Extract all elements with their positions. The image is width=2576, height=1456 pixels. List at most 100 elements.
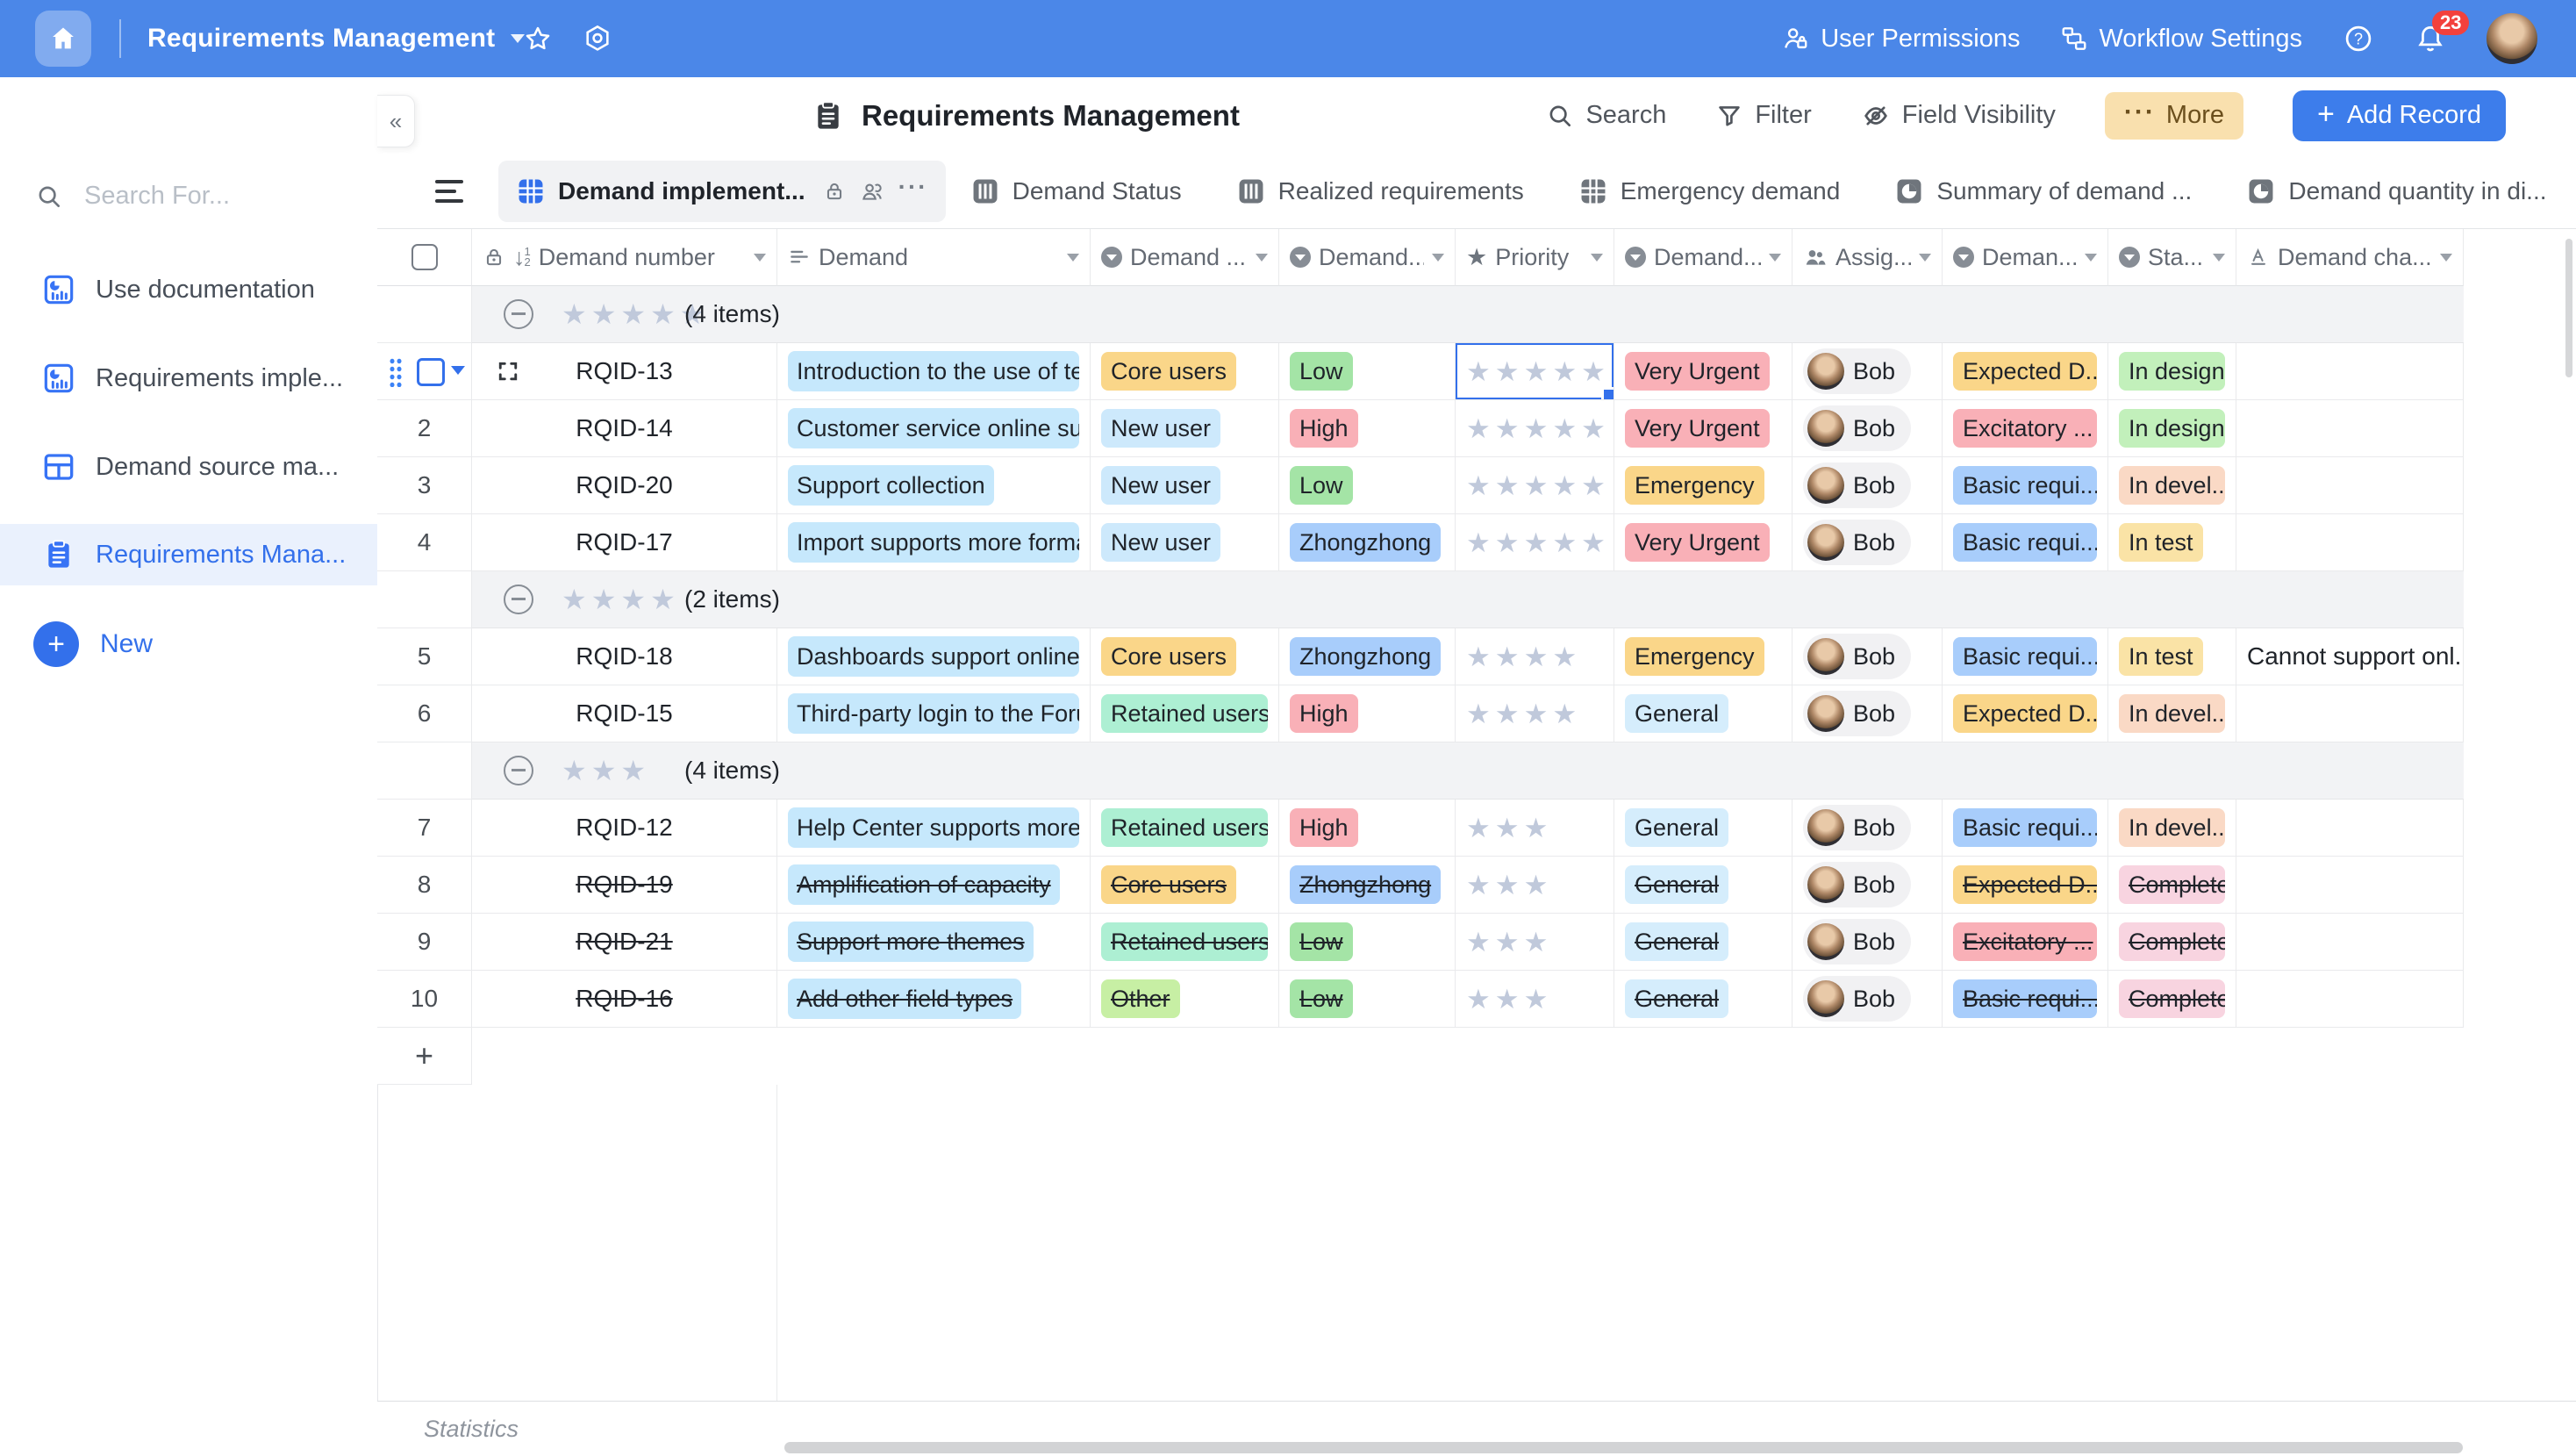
tab-2[interactable]: Emergency demand bbox=[1578, 176, 1841, 206]
column-menu-icon[interactable] bbox=[1256, 254, 1268, 262]
select-tag[interactable]: In design bbox=[2119, 352, 2225, 391]
priority-stars[interactable]: ★★★ bbox=[1466, 986, 1552, 1013]
select-tag[interactable]: General bbox=[1625, 694, 1728, 733]
group-header[interactable]: ★★★★ (2 items) bbox=[472, 571, 2464, 628]
assignee-pill[interactable]: Bob bbox=[1803, 520, 1911, 565]
assignee-pill[interactable]: Bob bbox=[1803, 463, 1911, 508]
status-cell[interactable]: In design bbox=[2108, 400, 2236, 457]
demand-level-cell[interactable]: Zhongzhong bbox=[1279, 628, 1456, 685]
assignee-pill[interactable]: Bob bbox=[1803, 976, 1911, 1022]
user-avatar[interactable] bbox=[2487, 13, 2537, 64]
row-number-cell[interactable]: 7 bbox=[377, 800, 472, 857]
column-menu-icon[interactable] bbox=[2213, 254, 2225, 262]
demand-cell[interactable]: Help Center supports more ar bbox=[777, 800, 1091, 857]
assignee-pill[interactable]: Bob bbox=[1803, 919, 1911, 965]
demand-number-cell[interactable]: RQID-18 bbox=[472, 628, 777, 685]
select-tag[interactable]: Basic requi... bbox=[1953, 808, 2097, 847]
row-number-cell[interactable]: 9 bbox=[377, 914, 472, 971]
select-tag[interactable]: Core users bbox=[1101, 637, 1236, 676]
select-tag[interactable]: Core users bbox=[1101, 865, 1236, 904]
select-tag[interactable]: High bbox=[1290, 694, 1358, 733]
demand-cell[interactable]: Support collection bbox=[777, 457, 1091, 514]
demand-number-cell[interactable]: RQID-14 bbox=[472, 400, 777, 457]
demand-urgency-cell[interactable]: Very Urgent bbox=[1614, 514, 1792, 571]
demand-type-cell[interactable]: Expected D... bbox=[1943, 685, 2108, 742]
demand-urgency-cell[interactable]: Emergency bbox=[1614, 457, 1792, 514]
status-cell[interactable]: Complete bbox=[2108, 914, 2236, 971]
priority-stars[interactable]: ★★★ bbox=[1466, 929, 1552, 956]
demand-type-cell[interactable]: Basic requi... bbox=[1943, 628, 2108, 685]
collapse-group-icon[interactable] bbox=[504, 299, 533, 329]
demand-level-cell[interactable]: Low bbox=[1279, 343, 1456, 400]
priority-stars[interactable]: ★★★★★ bbox=[1466, 472, 1610, 499]
demand-channel-cell[interactable]: Cannot support onl... bbox=[2236, 628, 2464, 685]
column-header-select[interactable] bbox=[377, 229, 472, 286]
priority-cell[interactable]: ★★★ bbox=[1456, 800, 1614, 857]
collapse-group-icon[interactable] bbox=[504, 585, 533, 614]
demand-number-cell[interactable]: RQID-12 bbox=[472, 800, 777, 857]
demand-type-cell[interactable]: Excitatory ... bbox=[1943, 914, 2108, 971]
demand-level-cell[interactable]: Low bbox=[1279, 457, 1456, 514]
status-cell[interactable]: In devel... bbox=[2108, 685, 2236, 742]
status-cell[interactable]: In test bbox=[2108, 514, 2236, 571]
demand-type-cell[interactable]: Excitatory ... bbox=[1943, 400, 2108, 457]
assignee-cell[interactable]: Bob bbox=[1792, 800, 1943, 857]
column-header-5[interactable]: Demand... bbox=[1614, 229, 1792, 286]
column-header-9[interactable]: Demand cha... bbox=[2236, 229, 2464, 286]
row-number-cell[interactable] bbox=[377, 343, 472, 400]
notifications-button[interactable]: 23 bbox=[2415, 23, 2446, 54]
user-permissions-button[interactable]: User Permissions bbox=[1782, 25, 2020, 54]
tab-3[interactable]: Summary of demand ... bbox=[1894, 176, 2192, 206]
demand-user-cell[interactable]: Retained users bbox=[1091, 914, 1279, 971]
sidebar-search-input[interactable] bbox=[82, 181, 323, 212]
select-tag[interactable]: Retained users bbox=[1101, 922, 1268, 961]
demand-urgency-cell[interactable]: General bbox=[1614, 857, 1792, 914]
demand-cell[interactable]: Customer service online supp bbox=[777, 400, 1091, 457]
demand-cell[interactable]: Introduction to the use of tem bbox=[777, 343, 1091, 400]
demand-user-cell[interactable]: New user bbox=[1091, 514, 1279, 571]
priority-cell[interactable]: ★★★ bbox=[1456, 914, 1614, 971]
assignee-pill[interactable]: Bob bbox=[1803, 634, 1911, 679]
select-tag[interactable]: Low bbox=[1290, 466, 1353, 505]
field-visibility-button[interactable]: Field Visibility bbox=[1861, 101, 2056, 131]
column-header-7[interactable]: Deman... bbox=[1943, 229, 2108, 286]
priority-cell[interactable]: ★★★★ bbox=[1456, 685, 1614, 742]
expand-record-button[interactable] bbox=[495, 358, 521, 384]
select-tag[interactable]: In devel... bbox=[2119, 694, 2225, 733]
column-menu-icon[interactable] bbox=[2085, 254, 2097, 262]
demand-type-cell[interactable]: Expected D... bbox=[1943, 857, 2108, 914]
demand-type-cell[interactable]: Basic requi... bbox=[1943, 457, 2108, 514]
demand-urgency-cell[interactable]: General bbox=[1614, 685, 1792, 742]
priority-cell[interactable]: ★★★★★ bbox=[1456, 400, 1614, 457]
demand-cell[interactable]: Amplification of capacity bbox=[777, 857, 1091, 914]
demand-user-cell[interactable]: Retained users bbox=[1091, 685, 1279, 742]
select-tag[interactable]: Core users bbox=[1101, 352, 1236, 391]
demand-user-cell[interactable]: Retained users bbox=[1091, 800, 1279, 857]
demand-cell[interactable]: Import supports more formats bbox=[777, 514, 1091, 571]
demand-user-cell[interactable]: Core users bbox=[1091, 628, 1279, 685]
demand-level-cell[interactable]: Low bbox=[1279, 971, 1456, 1028]
priority-cell[interactable]: ★★★★ bbox=[1456, 628, 1614, 685]
assignee-pill[interactable]: Bob bbox=[1803, 805, 1911, 850]
select-tag[interactable]: Retained users bbox=[1101, 694, 1268, 733]
select-tag[interactable]: Excitatory ... bbox=[1953, 922, 2097, 961]
column-header-4[interactable]: ★Priority bbox=[1456, 229, 1614, 286]
demand-level-cell[interactable]: High bbox=[1279, 400, 1456, 457]
demand-number-cell[interactable]: RQID-16 bbox=[472, 971, 777, 1028]
demand-level-cell[interactable]: Zhongzhong bbox=[1279, 857, 1456, 914]
assignee-cell[interactable]: Bob bbox=[1792, 685, 1943, 742]
assignee-cell[interactable]: Bob bbox=[1792, 457, 1943, 514]
column-header-6[interactable]: Assig... bbox=[1792, 229, 1943, 286]
select-tag[interactable]: Expected D... bbox=[1953, 694, 2097, 733]
demand-number-cell[interactable]: RQID-15 bbox=[472, 685, 777, 742]
select-tag[interactable]: General bbox=[1625, 808, 1728, 847]
demand-user-cell[interactable]: New user bbox=[1091, 457, 1279, 514]
priority-stars[interactable]: ★★★★★ bbox=[1466, 529, 1610, 556]
group-header[interactable]: ★★★★★ (4 items) bbox=[472, 286, 2464, 343]
demand-type-cell[interactable]: Basic requi... bbox=[1943, 800, 2108, 857]
select-tag[interactable]: In test bbox=[2119, 637, 2203, 676]
assignee-cell[interactable]: Bob bbox=[1792, 628, 1943, 685]
row-number-cell[interactable]: 10 bbox=[377, 971, 472, 1028]
demand-urgency-cell[interactable]: Emergency bbox=[1614, 628, 1792, 685]
select-tag[interactable]: Complete bbox=[2119, 979, 2225, 1018]
